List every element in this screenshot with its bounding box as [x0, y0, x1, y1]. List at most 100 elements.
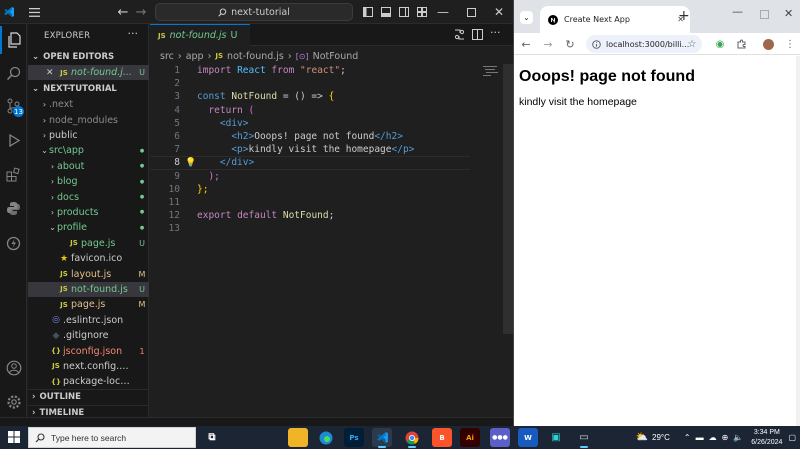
tree-folder[interactable]: ⌄ src\app ● — [28, 143, 149, 158]
volume-icon[interactable]: 🔈 — [733, 433, 745, 442]
tree-file[interactable]: ◆ .gitignore — [28, 328, 149, 343]
command-center-search[interactable]: next-tutorial — [155, 3, 353, 21]
windows-start-icon[interactable] — [8, 431, 20, 446]
taskbar-search-input[interactable]: Type here to search — [28, 427, 196, 448]
code-line[interactable]: 2 — [150, 77, 513, 90]
search-icon[interactable] — [0, 59, 27, 87]
tree-file[interactable]: {} jsconfig.json 1 — [28, 343, 149, 358]
brave-browser-icon[interactable]: B — [432, 428, 452, 447]
site-info-icon[interactable] — [592, 39, 601, 49]
code-line[interactable]: 1 import React from "react"; — [150, 64, 513, 77]
editor-tab-not-found[interactable]: JS not-found.js U — [150, 24, 250, 46]
toggle-secondary-sidebar-icon[interactable] — [398, 0, 410, 24]
close-editor-icon[interactable]: ✕ — [46, 68, 57, 78]
tree-file[interactable]: JS page.js M — [28, 297, 149, 312]
code-line[interactable]: 7 <p>kindly visit the homepage</p> — [150, 143, 513, 156]
lightbulb-icon[interactable]: 💡 — [185, 158, 196, 168]
edge-browser-icon[interactable] — [316, 428, 336, 447]
code-line[interactable]: 3 const NotFound = () => { — [150, 90, 513, 103]
settings-gear-icon[interactable] — [0, 388, 27, 416]
tree-folder[interactable]: › .next — [28, 97, 149, 112]
tree-folder[interactable]: › node_modules — [28, 112, 149, 127]
word-icon[interactable]: W — [518, 428, 538, 447]
tree-folder[interactable]: › about ● — [28, 159, 149, 174]
weather-temp[interactable]: 29°C — [652, 433, 684, 442]
task-view-icon[interactable]: ⧉ — [202, 428, 222, 447]
editor-scrollbar[interactable] — [503, 64, 513, 334]
code-line[interactable]: 13 — [150, 222, 513, 235]
extensions-icon[interactable] — [0, 160, 27, 188]
browser-maximize-icon[interactable] — [760, 10, 769, 22]
tree-folder[interactable]: › docs ● — [28, 189, 149, 204]
minimap[interactable] — [483, 66, 501, 86]
tab-search-icon[interactable]: ⌄ — [520, 11, 533, 24]
code-line[interactable]: 11 — [150, 196, 513, 209]
source-control-icon[interactable]: 13 — [0, 92, 27, 120]
more-actions-icon[interactable]: ··· — [128, 27, 139, 40]
weather-icon[interactable]: ⛅ — [636, 432, 652, 443]
browser-close-icon[interactable]: ✕ — [784, 7, 793, 20]
code-line[interactable]: 12 export default NotFound; — [150, 209, 513, 222]
code-line-current[interactable]: 8 💡 </div> — [150, 156, 470, 170]
toggle-panel-icon[interactable] — [380, 0, 392, 24]
browser-minimize-icon[interactable]: — — [732, 5, 743, 18]
cloud-icon[interactable]: ☁ — [709, 433, 722, 442]
tree-folder[interactable]: › public — [28, 128, 149, 143]
project-header[interactable]: ⌄ NEXT-TUTORIAL — [28, 81, 149, 96]
minimize-icon[interactable]: — — [434, 0, 452, 24]
explorer-icon[interactable] — [0, 26, 27, 54]
back-arrow-icon[interactable]: ← — [116, 0, 130, 24]
network-icon[interactable]: ▬ — [696, 433, 709, 442]
chrome-taskbar-icon[interactable] — [402, 428, 422, 448]
extensions-puzzle-icon[interactable] — [732, 33, 752, 55]
illustrator-icon[interactable]: Ai — [460, 428, 480, 447]
language-globe-icon[interactable]: ⊕ — [722, 433, 734, 442]
breadcrumb-file[interactable]: not-found.js — [227, 51, 284, 62]
outline-header[interactable]: › OUTLINE — [28, 389, 149, 404]
reload-icon[interactable]: ↻ — [560, 33, 580, 55]
run-debug-icon[interactable] — [0, 126, 27, 154]
open-editor-not-found[interactable]: ✕ JS not-found.j... U — [28, 65, 149, 81]
customize-layout-icon[interactable] — [416, 0, 428, 24]
new-tab-icon[interactable]: + — [678, 8, 690, 24]
browser-scrollbar[interactable] — [796, 56, 800, 426]
code-line[interactable]: 10 }; — [150, 183, 513, 196]
tree-file[interactable]: {}package-lock.json — [28, 374, 149, 389]
code-line[interactable]: 4 return ( — [150, 104, 513, 117]
remote-desktop-icon[interactable]: ▭ — [574, 428, 594, 448]
toggle-sidebar-icon[interactable] — [362, 0, 374, 24]
forward-arrow-icon[interactable]: → — [134, 0, 148, 24]
maximize-icon[interactable] — [462, 0, 480, 24]
account-icon[interactable] — [0, 354, 27, 382]
bookmark-star-icon[interactable]: ☆ — [682, 33, 702, 55]
python-icon[interactable] — [0, 194, 27, 222]
meet-icon[interactable]: ●●● — [490, 428, 510, 447]
breadcrumb-app[interactable]: app — [186, 51, 204, 62]
browser-forward-icon[interactable]: → — [538, 33, 558, 55]
browser-back-icon[interactable]: ← — [516, 33, 536, 55]
close-icon[interactable]: ✕ — [490, 0, 508, 24]
open-editors-header[interactable]: ⌄ OPEN EDITORS — [28, 49, 149, 64]
profile-avatar[interactable] — [758, 33, 778, 55]
remote-icon[interactable] — [0, 229, 27, 257]
tree-file[interactable]: JS next.config.mjs — [28, 359, 149, 374]
notifications-icon[interactable]: ▢ — [788, 433, 800, 442]
tree-file[interactable]: JS layout.js M — [28, 266, 149, 281]
browser-menu-icon[interactable]: ⋮ — [780, 33, 800, 55]
photoshop-icon[interactable]: Ps — [344, 428, 364, 447]
split-editor-icon[interactable] — [472, 29, 484, 41]
code-line[interactable]: 5 <div> — [150, 117, 513, 130]
code-line[interactable]: 6 <h2>Ooops! page not found</h2> — [150, 130, 513, 143]
taskbar-clock[interactable]: 3:34 PM 6/26/2024 — [745, 428, 788, 448]
breadcrumb-src[interactable]: src — [160, 51, 174, 62]
snipping-tool-icon[interactable]: ▣ — [546, 428, 566, 447]
menu-icon[interactable] — [26, 0, 42, 24]
breadcrumb-symbol[interactable]: NotFound — [313, 51, 359, 62]
tree-folder[interactable]: › products ● — [28, 205, 149, 220]
code-line[interactable]: 9 ); — [150, 170, 513, 183]
chevron-up-icon[interactable]: ⌃ — [684, 433, 696, 442]
editor-more-actions-icon[interactable]: ··· — [490, 26, 501, 39]
tree-folder[interactable]: › blog ● — [28, 174, 149, 189]
tree-file[interactable]: JS page.js U — [28, 236, 149, 251]
compare-changes-icon[interactable] — [454, 29, 466, 41]
